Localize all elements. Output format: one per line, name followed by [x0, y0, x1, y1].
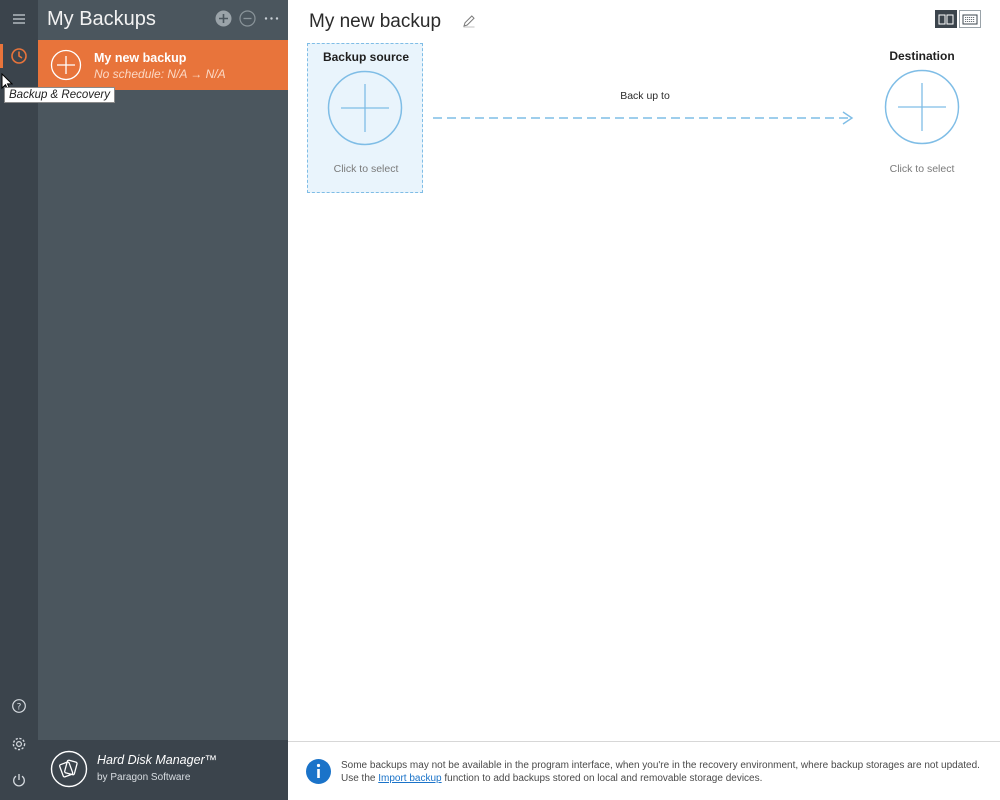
- source-hint: Click to select: [333, 163, 399, 175]
- vendor-name: by Paragon Software: [97, 772, 191, 783]
- add-source-icon: [327, 70, 403, 146]
- add-circle-icon: [50, 49, 82, 81]
- product-footer: Hard Disk Manager™ by Paragon Software: [38, 740, 288, 800]
- backups-panel: My Backups My new backup No schedule: N/…: [38, 0, 288, 800]
- direction-arrow-icon: [433, 111, 854, 125]
- tile-view-icon: [938, 14, 954, 24]
- menu-icon[interactable]: [0, 3, 38, 35]
- list-view-button[interactable]: [959, 10, 981, 28]
- panel-actions: [214, 9, 280, 27]
- hdm-logo-icon: [50, 750, 88, 788]
- nav-rail: ?: [0, 0, 38, 800]
- backup-recovery-icon[interactable]: [0, 40, 38, 72]
- more-icon: [264, 16, 278, 20]
- destination-hint: Click to select: [889, 163, 955, 175]
- svg-text:?: ?: [17, 703, 22, 713]
- add-icon: [215, 10, 231, 26]
- backup-name: My new backup: [94, 51, 187, 65]
- settings-icon[interactable]: [0, 728, 38, 760]
- info-message-line1: Some backups may not be available in the…: [341, 760, 980, 771]
- view-toggle: [935, 10, 981, 28]
- power-icon[interactable]: [0, 764, 38, 796]
- tooltip: Backup & Recovery: [4, 87, 115, 103]
- page-title: My new backup: [309, 11, 442, 32]
- destination-selector[interactable]: Destination Click to select: [864, 43, 980, 193]
- add-destination-icon: [884, 69, 960, 145]
- help-icon[interactable]: ?: [0, 690, 38, 722]
- product-name: Hard Disk Manager™: [97, 753, 218, 767]
- backup-list-item[interactable]: My new backup No schedule: N/A → N/A: [38, 40, 288, 90]
- remove-icon: [238, 9, 256, 27]
- import-backup-link[interactable]: Import backup: [378, 773, 441, 784]
- info-prefix: Use the: [341, 773, 379, 784]
- destination-label: Destination: [889, 49, 955, 63]
- panel-title: My Backups: [47, 8, 156, 30]
- backup-source-selector[interactable]: Backup source Click to select: [307, 43, 423, 193]
- tile-view-button[interactable]: [935, 10, 957, 28]
- arrow-label: Back up to: [620, 90, 670, 102]
- add-backup-button[interactable]: [214, 9, 232, 27]
- remove-backup-button[interactable]: [238, 9, 256, 27]
- backup-source-label: Backup source: [322, 50, 410, 64]
- info-bar: Some backups may not be available in the…: [288, 741, 1000, 800]
- info-suffix: function to add backups stored on local …: [441, 773, 763, 784]
- list-view-icon: [962, 14, 978, 24]
- backup-schedule: No schedule: N/A → N/A: [94, 67, 226, 81]
- edit-title-icon[interactable]: [462, 14, 476, 28]
- info-message-line2: Use the Import backup function to add ba…: [341, 773, 762, 784]
- more-options-button[interactable]: [262, 9, 280, 27]
- info-icon: [306, 759, 331, 784]
